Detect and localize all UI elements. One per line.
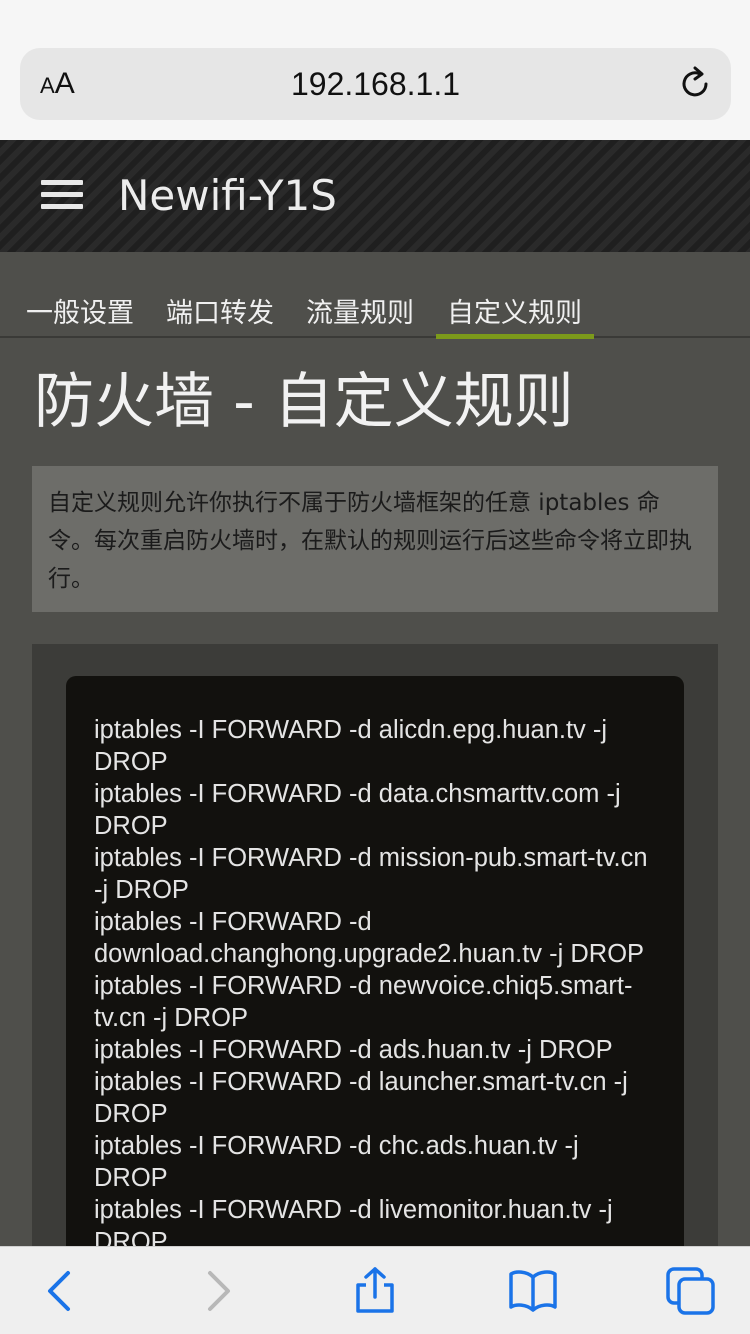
rules-textarea[interactable]: iptables -I FORWARD -d alicdn.epg.huan.t… [66,676,684,1276]
tab-bar: 一般设置 端口转发 流量规则 自定义规则 [0,252,750,339]
tab-general-settings[interactable]: 一般设置 [26,296,134,332]
rule-line: iptables -I FORWARD -d alicdn.epg.huan.t… [94,716,608,776]
rule-line: iptables -I FORWARD -d newvoice.chiq5.sm… [94,972,633,1032]
forward-icon[interactable] [192,1267,242,1315]
rule-line: iptables -I FORWARD -d chc.ads.huan.tv -… [94,1132,579,1192]
site-header: Newifi-Y1S [0,140,750,252]
tab-port-forwarding[interactable]: 端口转发 [166,296,274,332]
browser-address-area: AA 192.168.1.1 [0,0,750,140]
rule-line: iptables -I FORWARD -d ads.huan.tv -j DR… [94,1036,613,1064]
tabs-icon[interactable] [666,1267,716,1315]
brand-title[interactable]: Newifi-Y1S [118,168,337,224]
url-text[interactable]: 192.168.1.1 [20,64,731,104]
menu-icon[interactable] [41,180,83,210]
rule-line: iptables -I FORWARD -d launcher.smart-tv… [94,1068,628,1128]
rule-line: iptables -I FORWARD -d download.changhon… [94,908,645,968]
tab-traffic-rules[interactable]: 流量规则 [306,296,414,332]
address-bar[interactable]: AA 192.168.1.1 [20,48,731,120]
back-icon[interactable] [36,1267,86,1315]
custom-rules-panel: iptables -I FORWARD -d alicdn.epg.huan.t… [32,644,718,1276]
rule-line: iptables -I FORWARD -d mission-pub.smart… [94,844,648,904]
share-icon[interactable] [350,1267,400,1315]
rule-line: iptables -I FORWARD -d data.chsmarttv.co… [94,780,621,840]
bookmarks-icon[interactable] [508,1267,558,1315]
page-title: 防火墙 - 自定义规则 [34,367,574,437]
tab-custom-rules[interactable]: 自定义规则 [436,296,594,339]
reload-icon[interactable] [677,66,713,102]
page-description: 自定义规则允许你执行不属于防火墙框架的任意 iptables 命令。每次重启防火… [32,466,718,612]
browser-toolbar [0,1246,750,1334]
